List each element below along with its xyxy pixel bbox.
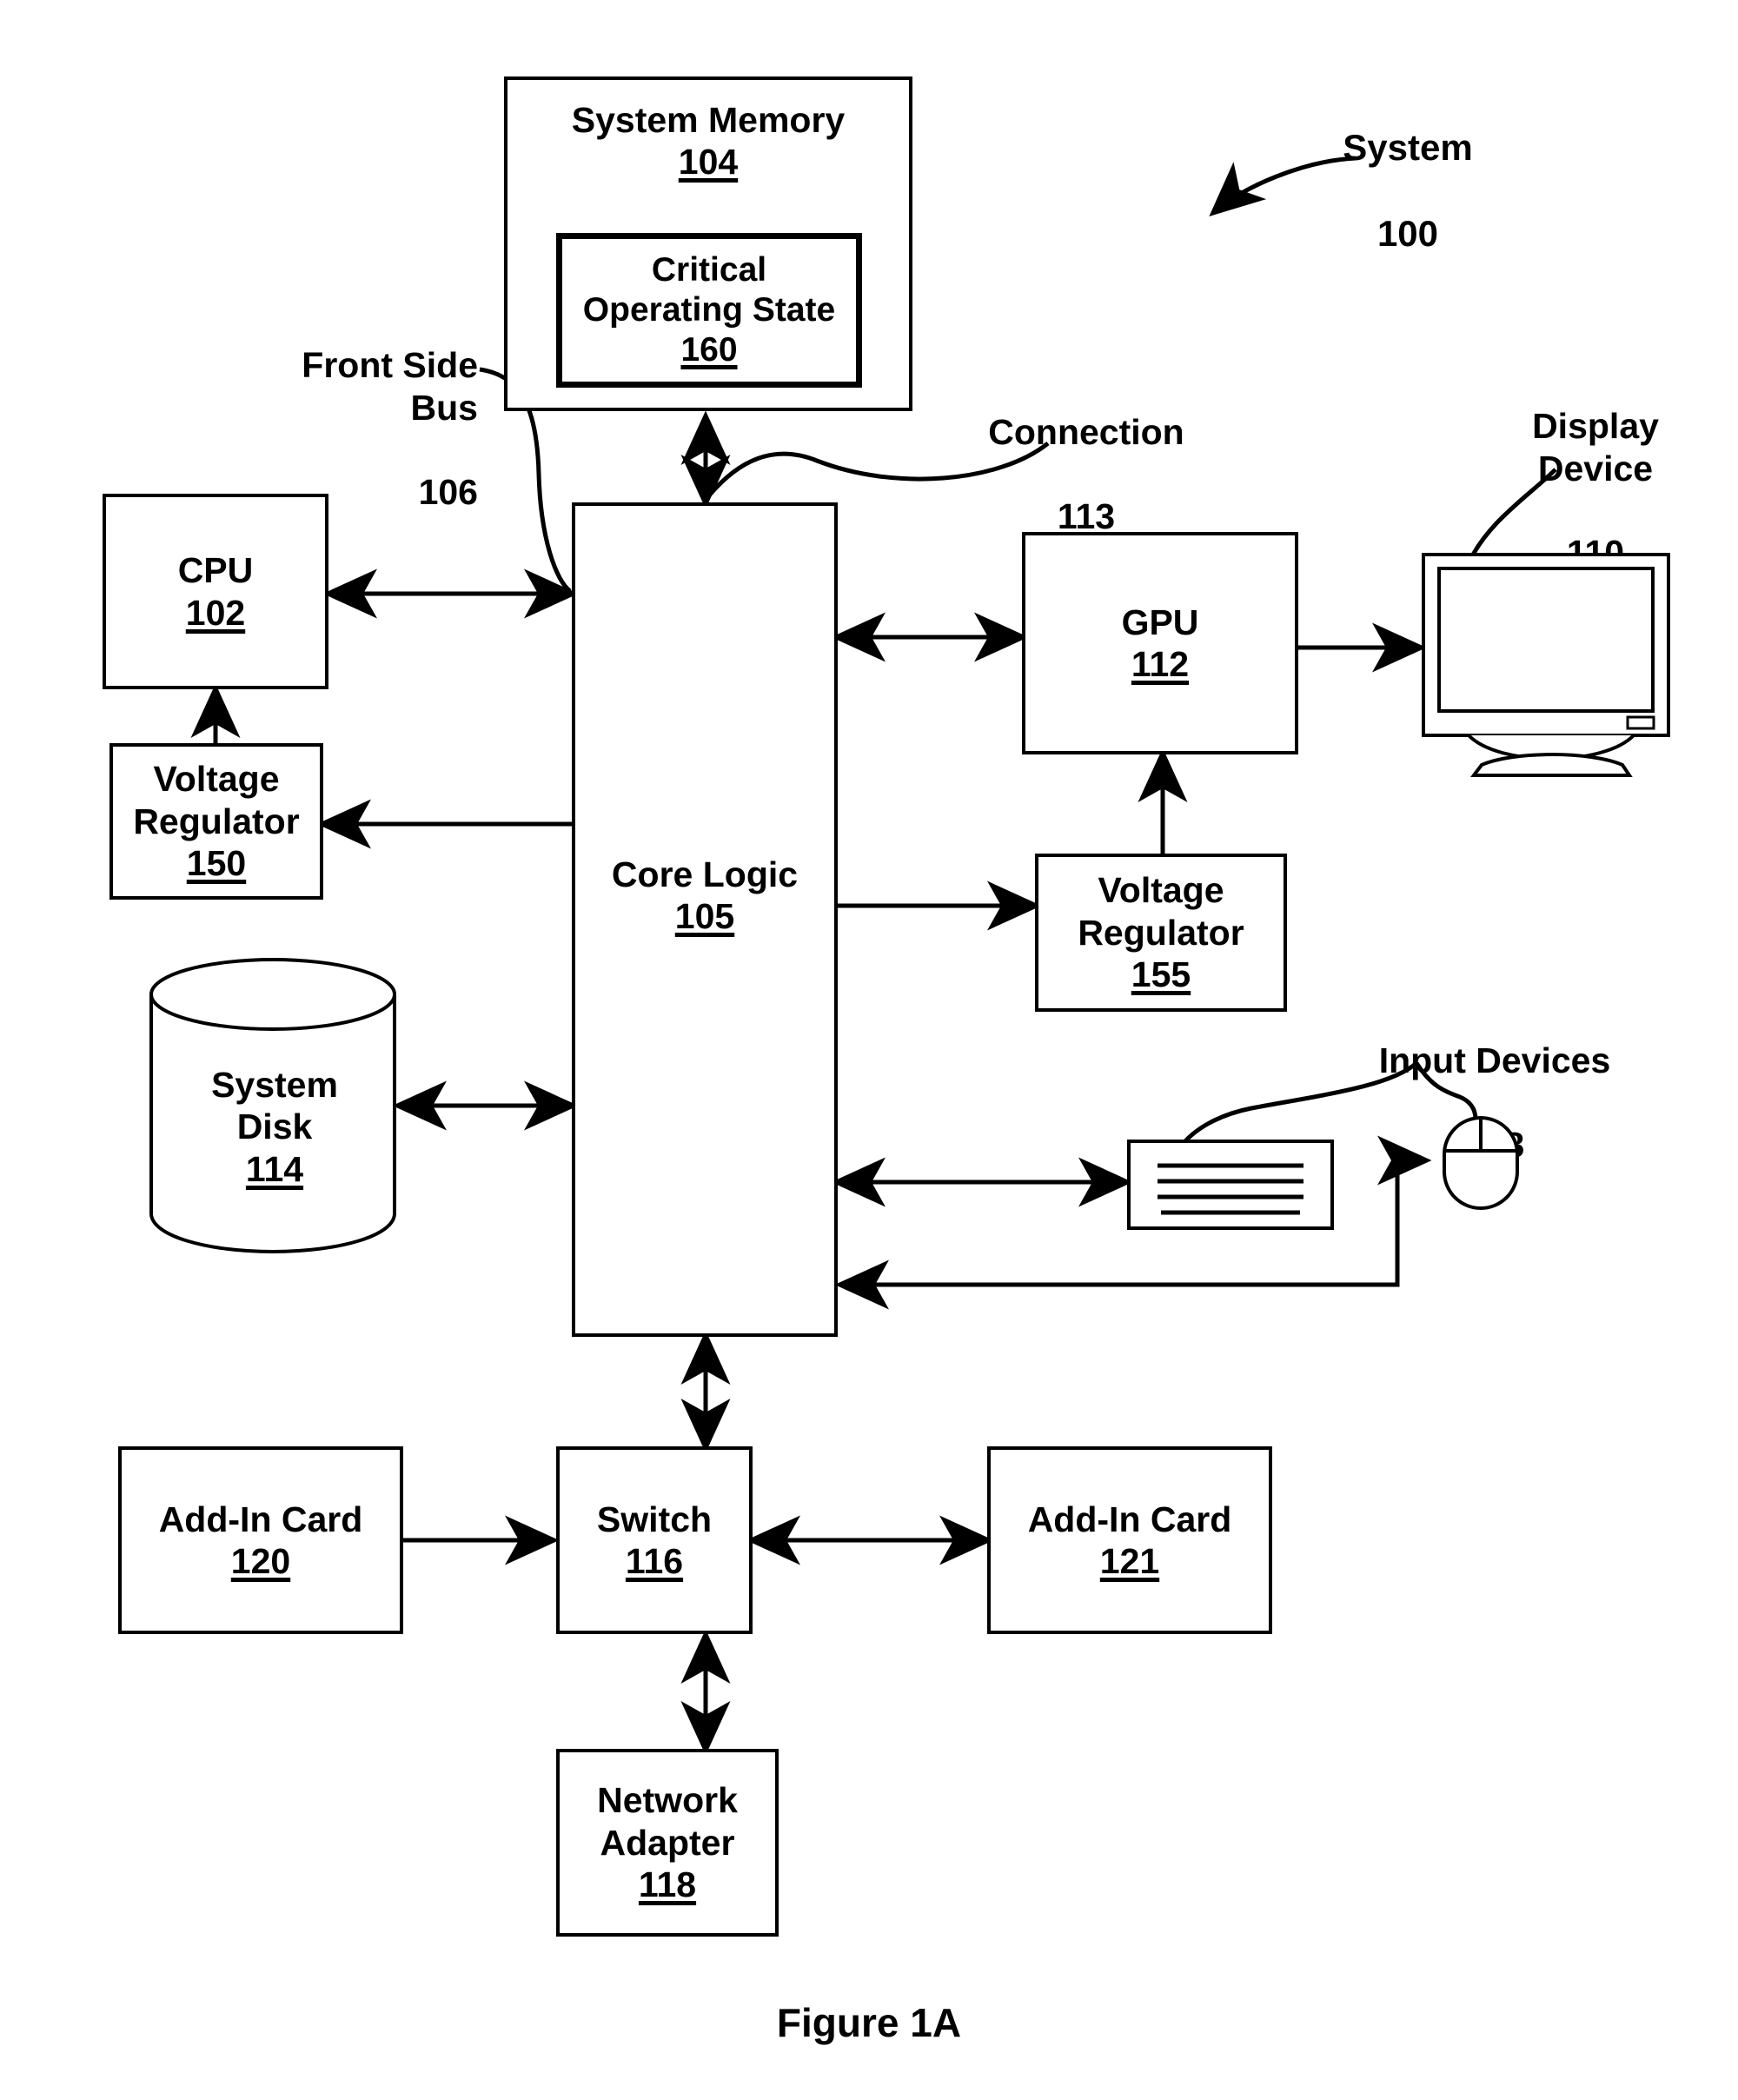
block-add-in-card-121-number: 121 — [1099, 1541, 1160, 1581]
front-side-bus-callout-label: Front Side Bus 106 — [217, 302, 478, 513]
patent-figure-page: System 100 System Memory 104 Critical Op… — [0, 0, 1738, 2100]
block-voltage-regulator-150[interactable]: Voltage Regulator 150 — [109, 743, 323, 900]
input-devices-callout-title: Input Devices — [1378, 1040, 1611, 1081]
block-system-disk-number: 114 — [245, 1148, 304, 1189]
block-add-in-card-120-title: Add-In Card — [158, 1499, 363, 1539]
block-add-in-card-120-number: 120 — [230, 1541, 291, 1581]
block-gpu-title: GPU — [1121, 601, 1199, 642]
mouse-icon — [1441, 1114, 1521, 1212]
block-cpu-title: CPU — [177, 550, 254, 591]
mouse-glyph — [1443, 1116, 1519, 1210]
block-cpu[interactable]: CPU 102 — [103, 494, 328, 689]
figure-caption: Figure 1A — [776, 2000, 962, 2045]
block-system-disk-label: System Disk 114 — [144, 1064, 405, 1190]
block-voltage-regulator-155-number: 155 — [1131, 954, 1191, 995]
block-core-logic-title: Core Logic — [611, 854, 799, 894]
block-network-adapter-number: 118 — [638, 1864, 697, 1905]
connection-callout-title: Connection — [988, 412, 1184, 453]
block-cpu-number: 102 — [185, 592, 246, 633]
system-callout-label: System 100 — [1304, 83, 1512, 255]
monitor-icon — [1422, 553, 1670, 777]
keyboard-icon — [1126, 1139, 1335, 1231]
block-switch-number: 116 — [625, 1541, 684, 1581]
block-critical-operating-state[interactable]: Critical Operating State 160 — [556, 233, 862, 388]
keyboard-glyph — [1127, 1140, 1334, 1230]
block-voltage-regulator-150-number: 150 — [186, 843, 247, 884]
block-add-in-card-121[interactable]: Add-In Card 121 — [987, 1446, 1272, 1634]
block-system-memory-number: 104 — [678, 142, 739, 183]
block-network-adapter-title: Network Adapter — [597, 1780, 738, 1863]
block-network-adapter[interactable]: Network Adapter 118 — [556, 1749, 779, 1937]
block-add-in-card-121-title: Add-In Card — [1027, 1499, 1232, 1539]
block-core-logic-number: 105 — [674, 896, 735, 937]
block-switch[interactable]: Switch 116 — [556, 1446, 753, 1634]
block-voltage-regulator-150-title: Voltage Regulator — [133, 759, 300, 841]
block-gpu-number: 112 — [1131, 644, 1190, 684]
block-add-in-card-120[interactable]: Add-In Card 120 — [118, 1446, 403, 1634]
block-system-disk-title: System Disk — [211, 1065, 338, 1147]
block-core-logic[interactable]: Core Logic 105 — [572, 502, 838, 1337]
front-side-bus-callout-number: 106 — [418, 471, 478, 512]
block-system-memory-title: System Memory — [571, 100, 846, 140]
block-critical-operating-state-title: Critical Operating State — [582, 250, 836, 329]
display-device-monitor — [1416, 539, 1686, 782]
block-system-disk[interactable]: System Disk 114 — [144, 953, 405, 1257]
connection-callout-number: 113 — [1057, 496, 1116, 537]
block-switch-title: Switch — [596, 1499, 713, 1539]
block-gpu[interactable]: GPU 112 — [1022, 532, 1298, 754]
connection-callout-label: Connection 113 — [956, 369, 1217, 538]
system-callout-title: System — [1343, 126, 1473, 168]
block-voltage-regulator-155-title: Voltage Regulator — [1078, 870, 1244, 953]
display-device-callout-title: Display Device — [1532, 406, 1659, 488]
block-voltage-regulator-155[interactable]: Voltage Regulator 155 — [1035, 854, 1287, 1012]
system-callout-number: 100 — [1376, 212, 1439, 254]
front-side-bus-callout-title: Front Side Bus — [302, 345, 478, 428]
block-critical-operating-state-number: 160 — [680, 331, 738, 369]
